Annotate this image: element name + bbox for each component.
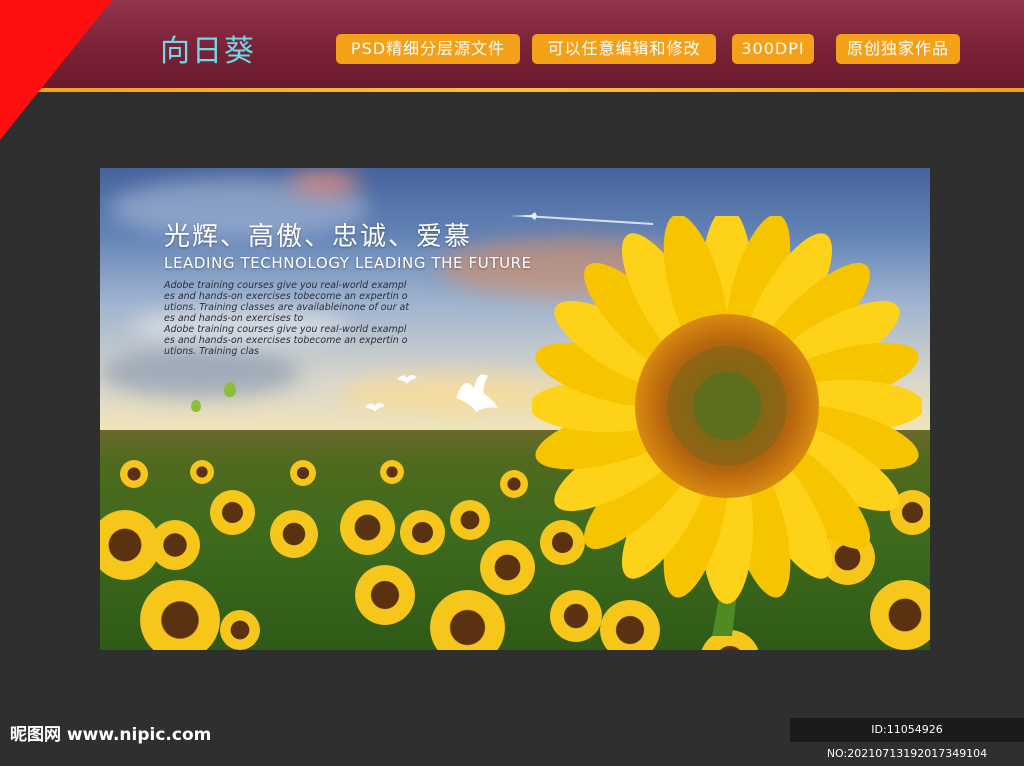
- poster-body-line: utions. Training classes are availablein…: [164, 302, 410, 313]
- poster-body-line: Adobe training courses give you real-wor…: [164, 280, 407, 291]
- poster-body-line: Adobe training courses give you real-wor…: [164, 324, 407, 335]
- badge-original: 原创独家作品: [836, 34, 960, 64]
- page-title: 向日葵: [160, 34, 256, 69]
- sunflower-icon: [120, 460, 148, 488]
- sunflower-icon: [380, 460, 404, 484]
- dove-icon: [365, 403, 385, 412]
- badge-editable: 可以任意编辑和修改: [532, 34, 716, 64]
- corner-ribbon: [0, 0, 112, 140]
- badge-psd-layered: PSD精细分层源文件: [336, 34, 520, 64]
- sunflower-icon: [340, 500, 395, 555]
- big-sunflower-icon: [532, 216, 922, 636]
- poster-body-line: utions. Training clas: [164, 346, 260, 357]
- poster-body-line: es and hands-on exercises tobecome an ex…: [164, 291, 408, 302]
- sunflower-icon: [190, 460, 214, 484]
- cloud: [290, 170, 360, 196]
- sunflower-icon: [355, 565, 415, 625]
- sunflower-icon: [150, 520, 200, 570]
- sunflower-icon: [430, 590, 505, 650]
- sunflower-icon: [400, 510, 445, 555]
- poster-body-line: es and hands-on exercises to: [164, 313, 304, 324]
- sunflower-icon: [210, 490, 255, 535]
- header-accent-line: [0, 88, 1024, 92]
- image-id-label: ID:11054926 NO:20210713192017349104: [790, 718, 1024, 760]
- poster-body-line: es and hands-on exercises tobecome an ex…: [164, 335, 408, 346]
- sunflower-icon: [500, 470, 528, 498]
- sunflower-poster: 光辉、高傲、忠诚、爱慕 LEADING TECHNOLOGY LEADING T…: [100, 168, 930, 650]
- badge-300dpi: 300DPI: [732, 34, 814, 64]
- balloon-icon: [191, 400, 201, 412]
- dove-icon: [397, 375, 417, 384]
- sunflower-icon: [290, 460, 316, 486]
- watermark-site: 昵图网 www.nipic.com: [10, 725, 212, 745]
- sunflower-icon: [140, 580, 220, 650]
- poster-headline: 光辉、高傲、忠诚、爱慕: [164, 222, 473, 252]
- sunflower-icon: [270, 510, 318, 558]
- balloon-icon: [224, 382, 236, 397]
- poster-tagline: LEADING TECHNOLOGY LEADING THE FUTURE: [164, 254, 532, 272]
- sunflower-icon: [480, 540, 535, 595]
- sunflower-icon: [450, 500, 490, 540]
- sunflower-icon: [220, 610, 260, 650]
- dove-icon: [456, 374, 498, 412]
